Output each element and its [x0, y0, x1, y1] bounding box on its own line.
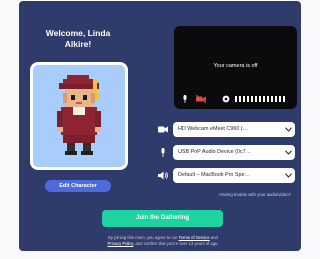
speaker-select[interactable]: Default – MacBook Pro Spe… [173, 168, 295, 183]
av-trouble-link[interactable]: Having trouble with your audio/video? [187, 192, 291, 197]
mic-icon[interactable] [182, 95, 188, 103]
camera-preview: Your camera is off [174, 26, 297, 109]
camera-off-icon[interactable] [196, 95, 206, 103]
chevron-down-icon [285, 150, 292, 155]
microphone-select-value: USB PnP Audio Device (0c7… [178, 149, 252, 155]
welcome-heading: Welcome, Linda Alkire! [37, 28, 119, 50]
edit-character-button[interactable]: Edit Character [45, 180, 111, 192]
camera-icon [158, 126, 168, 133]
welcome-line-2: Alkire! [64, 39, 92, 49]
camera-select[interactable]: HD Webcam eMeet C960 (… [173, 122, 295, 137]
join-gathering-button[interactable]: Join the Gathering [102, 210, 223, 227]
volume-icon [222, 95, 230, 103]
legal-notice: By joining this room, you agree to our T… [74, 235, 252, 247]
welcome-line-1: Welcome, Linda [45, 28, 111, 38]
legal-text-and: and [209, 235, 218, 240]
legal-text-2: , and confirm that you're over 13 years … [133, 241, 219, 246]
speaker-icon [158, 171, 168, 180]
speaker-select-value: Default – MacBook Pro Spe… [178, 172, 250, 178]
legal-text-1: By joining this room, you agree to our [108, 235, 179, 240]
microphone-select[interactable]: USB PnP Audio Device (0c7… [173, 145, 295, 160]
avatar-card [30, 62, 128, 170]
privacy-policy-link[interactable]: Privacy Policy [107, 241, 133, 246]
chevron-down-icon [285, 173, 292, 178]
speaker-select-row: Default – MacBook Pro Spe… [158, 168, 295, 183]
camera-select-value: HD Webcam eMeet C960 (… [178, 126, 249, 132]
avatar-character [57, 75, 101, 155]
microphone-select-row: USB PnP Audio Device (0c7… [158, 145, 295, 160]
volume-meter-icon [235, 96, 285, 102]
mic-icon [161, 148, 165, 157]
camera-select-row: HD Webcam eMeet C960 (… [158, 122, 295, 137]
terms-of-service-link[interactable]: Terms of Service [179, 235, 210, 240]
camera-off-text: Your camera is off [213, 63, 258, 69]
chevron-down-icon [285, 127, 292, 132]
